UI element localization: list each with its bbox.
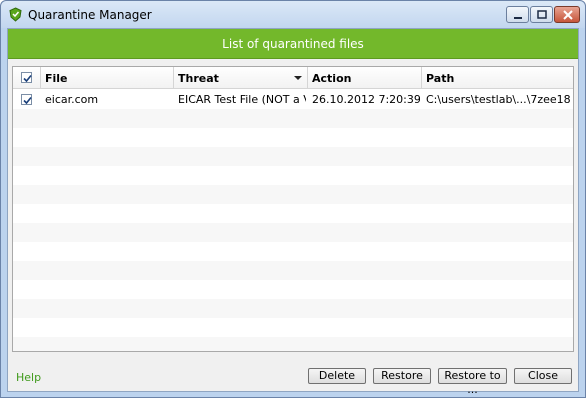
cell-path: C:\users\testlab\...\7zee187.tmp bbox=[426, 93, 571, 106]
empty-row bbox=[13, 185, 573, 204]
sort-descending-icon bbox=[294, 76, 302, 80]
checkmark-icon bbox=[23, 74, 32, 83]
column-header-path[interactable]: Path bbox=[422, 67, 573, 89]
quarantine-manager-window: Quarantine Manager List of quarantined f… bbox=[0, 0, 586, 398]
row-checkbox[interactable] bbox=[21, 94, 32, 105]
column-header-threat[interactable]: Threat bbox=[174, 67, 308, 89]
empty-row bbox=[13, 147, 573, 166]
empty-row bbox=[13, 337, 573, 351]
close-icon bbox=[563, 10, 573, 20]
maximize-icon bbox=[537, 10, 547, 19]
empty-row bbox=[13, 280, 573, 299]
header-banner: List of quarantined files bbox=[8, 29, 578, 59]
client-area: List of quarantined files File Threat Ac… bbox=[7, 28, 579, 396]
title-bar[interactable]: Quarantine Manager bbox=[1, 1, 585, 28]
empty-row bbox=[13, 318, 573, 337]
shield-app-icon bbox=[9, 7, 22, 22]
column-header-action[interactable]: Action bbox=[308, 67, 422, 89]
help-link[interactable]: Help bbox=[16, 371, 41, 384]
banner-title: List of quarantined files bbox=[222, 37, 364, 51]
restore-button[interactable]: Restore bbox=[373, 368, 431, 384]
close-button[interactable]: Close bbox=[514, 368, 572, 384]
empty-row bbox=[13, 128, 573, 147]
table-header: File Threat Action Path bbox=[13, 67, 573, 89]
checkmark-icon bbox=[23, 96, 32, 105]
column-label: Threat bbox=[178, 72, 219, 85]
delete-button[interactable]: Delete bbox=[308, 368, 366, 384]
empty-row bbox=[13, 166, 573, 185]
minimize-button[interactable] bbox=[506, 6, 529, 23]
empty-row bbox=[13, 109, 573, 128]
minimize-icon bbox=[514, 17, 522, 19]
empty-row bbox=[13, 261, 573, 280]
restore-to-button[interactable]: Restore to ... bbox=[438, 368, 507, 396]
table-row[interactable]: eicar.com EICAR Test File (NOT a Vir… 26… bbox=[13, 90, 573, 109]
quarantine-table[interactable]: File Threat Action Path eicar.com EICAR … bbox=[12, 66, 574, 352]
cell-file: eicar.com bbox=[45, 93, 99, 106]
empty-row bbox=[13, 223, 573, 242]
empty-row bbox=[13, 242, 573, 261]
cell-action: 26.10.2012 7:20:39 bbox=[312, 93, 420, 106]
empty-row bbox=[13, 299, 573, 318]
cell-threat: EICAR Test File (NOT a Vir… bbox=[178, 93, 306, 106]
column-label: File bbox=[45, 72, 68, 85]
window-close-button[interactable] bbox=[554, 6, 580, 23]
window-title: Quarantine Manager bbox=[28, 8, 152, 22]
column-label: Action bbox=[312, 72, 352, 85]
select-all-checkbox[interactable] bbox=[21, 72, 32, 83]
column-header-file[interactable]: File bbox=[41, 67, 174, 89]
maximize-button[interactable] bbox=[530, 6, 553, 23]
header-select-all[interactable] bbox=[13, 67, 41, 89]
empty-row bbox=[13, 204, 573, 223]
column-label: Path bbox=[426, 72, 455, 85]
